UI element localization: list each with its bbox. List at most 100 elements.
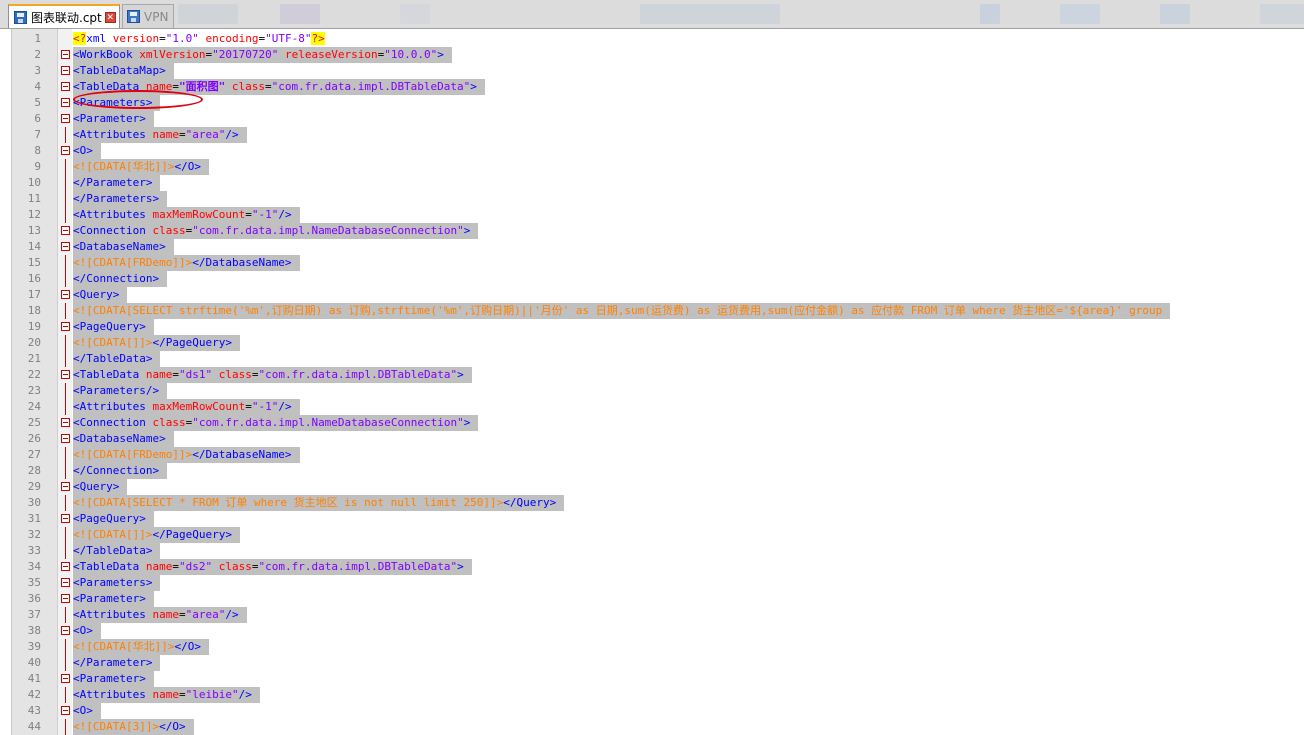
fold-toggle-icon[interactable] — [61, 114, 70, 123]
fold-toggle-icon[interactable] — [61, 370, 70, 379]
fold-guide — [65, 191, 66, 207]
code-line[interactable]: 3 <TableDataMap> — [12, 63, 1304, 79]
code-line[interactable]: 15 <![CDATA[FRDemo]]></DatabaseName> — [12, 255, 1304, 271]
fold-toggle-icon[interactable] — [61, 434, 70, 443]
code-token: <PageQuery> — [73, 320, 146, 333]
code-line[interactable]: 9 <![CDATA[华北]]></O> — [12, 159, 1304, 175]
code-token: <TableData — [73, 560, 146, 573]
code-line[interactable]: 28 </Connection> — [12, 463, 1304, 479]
fold-toggle-icon[interactable] — [61, 66, 70, 75]
code-line[interactable]: 10 </Parameter> — [12, 175, 1304, 191]
code-token: > — [457, 368, 464, 381]
code-token: <DatabaseName> — [73, 432, 166, 445]
code-line[interactable]: 27 <![CDATA[FRDemo]]></DatabaseName> — [12, 447, 1304, 463]
line-number: 28 — [27, 464, 41, 477]
line-number: 8 — [34, 144, 41, 157]
fold-guide — [65, 127, 66, 143]
code-line[interactable]: 42 <Attributes name="leibie"/> — [12, 687, 1304, 703]
code-line[interactable]: 14 <DatabaseName> — [12, 239, 1304, 255]
fold-guide — [65, 543, 66, 559]
code-line[interactable]: 34 <TableData name="ds2" class="com.fr.da… — [12, 559, 1304, 575]
code-line[interactable]: 33 </TableData> — [12, 543, 1304, 559]
code-line[interactable]: 35 <Parameters> — [12, 575, 1304, 591]
code-token: "-1" — [251, 400, 279, 413]
code-line[interactable]: 26 <DatabaseName> — [12, 431, 1304, 447]
code-line[interactable]: 37 <Attributes name="area"/> — [12, 607, 1304, 623]
tab-file-inactive[interactable]: VPN — [122, 4, 174, 28]
code-line[interactable]: 32 <![CDATA[]]></PageQuery> — [12, 527, 1304, 543]
fold-toggle-icon[interactable] — [61, 322, 70, 331]
code-line[interactable]: 40 </Parameter> — [12, 655, 1304, 671]
fold-toggle-icon[interactable] — [61, 562, 70, 571]
fold-guide — [65, 463, 66, 479]
code-line[interactable]: 4 <TableData name="面积图" class="com.fr.dat… — [12, 79, 1304, 95]
code-line[interactable]: 5 <Parameters> — [12, 95, 1304, 111]
code-line[interactable]: 8 <O> — [12, 143, 1304, 159]
code-line[interactable]: 30 <![CDATA[SELECT * FROM 订单 where 货主地区 i… — [12, 495, 1304, 511]
code-token: = — [245, 400, 252, 413]
code-text: <Query> — [73, 479, 128, 495]
code-line[interactable]: 6 <Parameter> — [12, 111, 1304, 127]
tab-file-active[interactable]: 图表联动.cpt ✕ — [8, 4, 120, 28]
fold-toggle-icon[interactable] — [61, 418, 70, 427]
code-line[interactable]: 24 <Attributes maxMemRowCount="-1"/> — [12, 399, 1304, 415]
code-token: name — [145, 560, 173, 573]
fold-toggle-icon[interactable] — [61, 50, 70, 59]
code-line[interactable]: 18 <![CDATA[SELECT strftime('%m',订购日期) as… — [12, 303, 1304, 319]
line-number: 1 — [34, 32, 41, 45]
code-line[interactable]: 2 <WorkBook xmlVersion="20170720" release… — [12, 47, 1304, 63]
code-line[interactable]: 21 </TableData> — [12, 351, 1304, 367]
code-token: <Attributes — [73, 688, 153, 701]
code-line[interactable]: 11 </Parameters> — [12, 191, 1304, 207]
code-token: "com.fr.data.impl.DBTableData" — [271, 80, 471, 93]
code-token: </O> — [159, 720, 186, 733]
code-line[interactable]: 20 <![CDATA[]]></PageQuery> — [12, 335, 1304, 351]
code-text: <?xml version="1.0" encoding="UTF-8"?> — [73, 31, 333, 47]
code-text: <Query> — [73, 287, 128, 303]
fold-guide — [65, 399, 66, 415]
tab-label: VPN — [144, 9, 169, 24]
code-line[interactable]: 31 <PageQuery> — [12, 511, 1304, 527]
code-line[interactable]: 13 <Connection class="com.fr.data.impl.Na… — [12, 223, 1304, 239]
fold-toggle-icon[interactable] — [61, 290, 70, 299]
code-token: <Query> — [73, 288, 120, 301]
fold-toggle-icon[interactable] — [61, 482, 70, 491]
code-token: <![CDATA[华北]]> — [73, 640, 175, 653]
code-line[interactable]: 1 <?xml version="1.0" encoding="UTF-8"?> — [12, 31, 1304, 47]
code-line[interactable]: 17 <Query> — [12, 287, 1304, 303]
code-line[interactable]: 44 <![CDATA[3]]></O> — [12, 719, 1304, 735]
fold-toggle-icon[interactable] — [61, 578, 70, 587]
fold-toggle-icon[interactable] — [61, 242, 70, 251]
code-line[interactable]: 41 <Parameter> — [12, 671, 1304, 687]
code-line[interactable]: 36 <Parameter> — [12, 591, 1304, 607]
code-line[interactable]: 25 <Connection class="com.fr.data.impl.Na… — [12, 415, 1304, 431]
code-line[interactable]: 23 <Parameters/> — [12, 383, 1304, 399]
fold-toggle-icon[interactable] — [61, 626, 70, 635]
code-token: = — [172, 368, 179, 381]
line-number: 7 — [34, 128, 41, 141]
code-line[interactable]: 43 <O> — [12, 703, 1304, 719]
line-number: 41 — [27, 672, 41, 685]
close-icon[interactable]: ✕ — [104, 11, 116, 23]
code-line[interactable]: 38 <O> — [12, 623, 1304, 639]
fold-toggle-icon[interactable] — [61, 706, 70, 715]
fold-toggle-icon[interactable] — [61, 98, 70, 107]
code-editor[interactable]: 1 <?xml version="1.0" encoding="UTF-8"?> 2… — [11, 29, 1304, 735]
code-line[interactable]: 7 <Attributes name="area"/> — [12, 127, 1304, 143]
fold-toggle-icon[interactable] — [61, 226, 70, 235]
code-line[interactable]: 29 <Query> — [12, 479, 1304, 495]
code-line[interactable]: 22 <TableData name="ds1" class="com.fr.da… — [12, 367, 1304, 383]
fold-toggle-icon[interactable] — [61, 82, 70, 91]
code-line[interactable]: 19 <PageQuery> — [12, 319, 1304, 335]
code-token: </DatabaseName> — [192, 256, 292, 269]
fold-toggle-icon[interactable] — [61, 514, 70, 523]
code-line[interactable]: 16 </Connection> — [12, 271, 1304, 287]
fold-toggle-icon[interactable] — [61, 594, 70, 603]
fold-toggle-icon[interactable] — [61, 674, 70, 683]
code-line[interactable]: 12 <Attributes maxMemRowCount="-1"/> — [12, 207, 1304, 223]
code-text: <![CDATA[FRDemo]]></DatabaseName> — [73, 255, 300, 271]
code-token: <WorkBook — [73, 48, 140, 61]
code-line[interactable]: 39 <![CDATA[华北]]></O> — [12, 639, 1304, 655]
fold-toggle-icon[interactable] — [61, 146, 70, 155]
code-text: <Parameter> — [73, 591, 154, 607]
